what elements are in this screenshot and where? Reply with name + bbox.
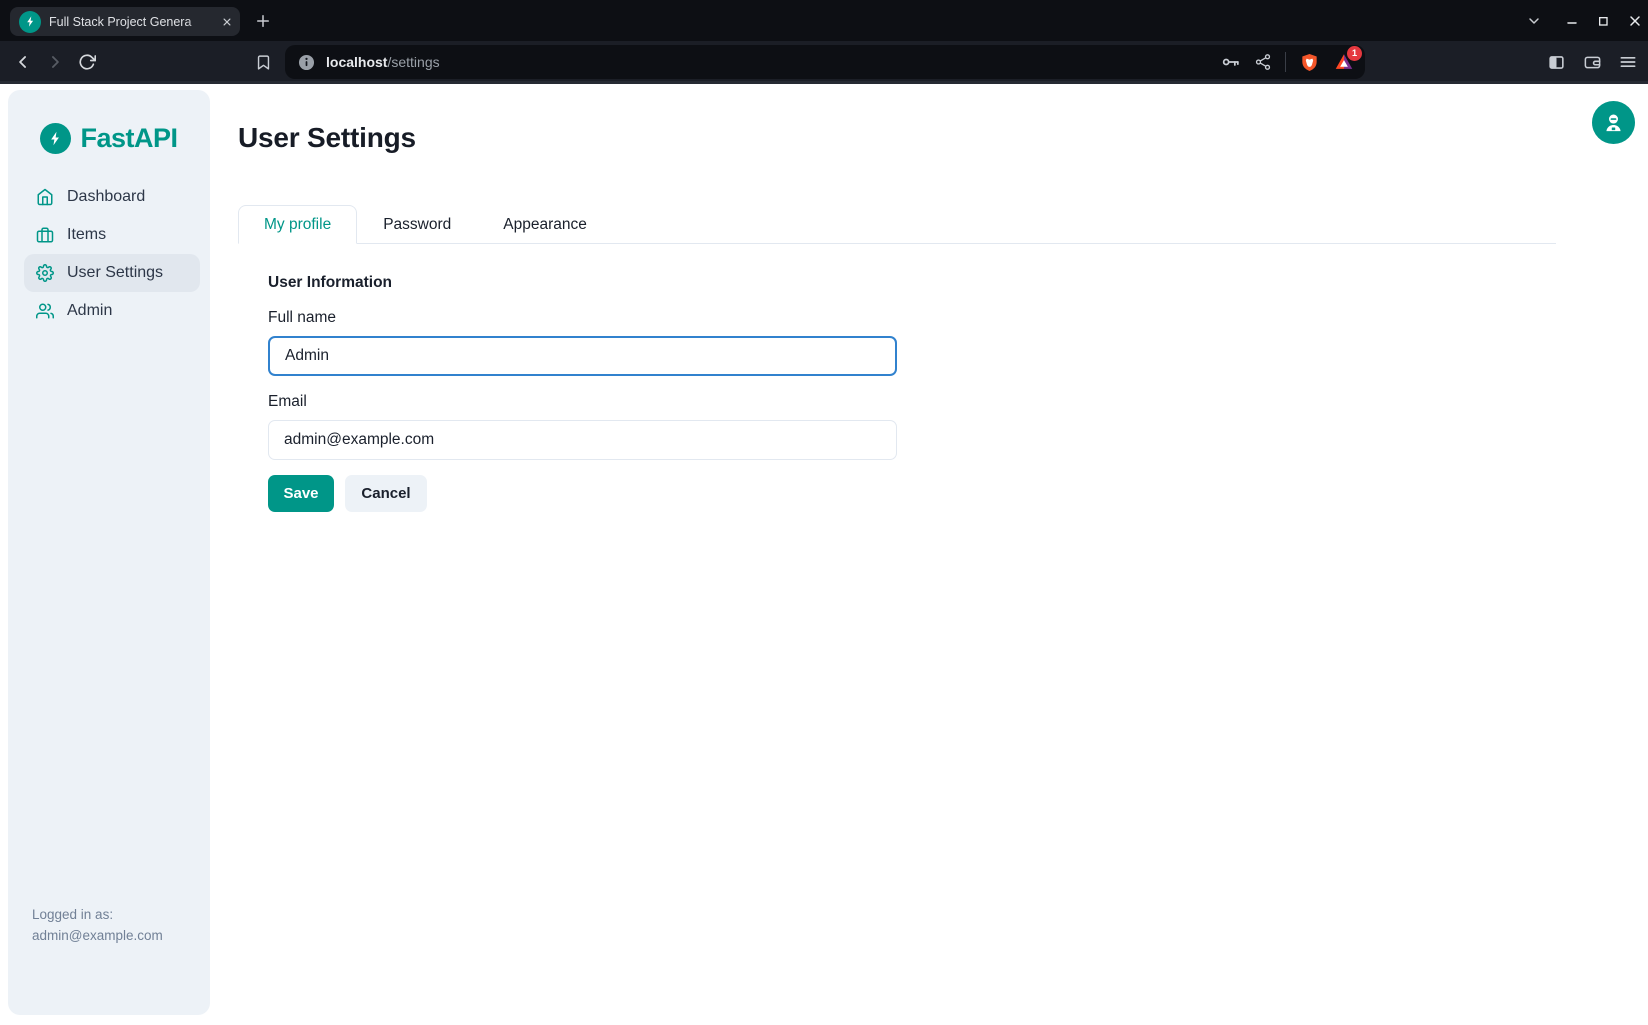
new-tab-button[interactable] xyxy=(250,8,276,34)
site-info-icon[interactable] xyxy=(297,53,316,72)
tab-close-icon[interactable] xyxy=(220,15,234,29)
address-bar[interactable]: localhost /settings 1 xyxy=(285,45,1365,79)
tab-appearance[interactable]: Appearance xyxy=(477,205,613,244)
url-path: /settings xyxy=(387,54,439,70)
brave-rewards-icon[interactable]: 1 xyxy=(1333,51,1355,73)
gear-icon xyxy=(36,264,54,282)
save-button[interactable]: Save xyxy=(268,475,334,512)
sidebar: FastAPI Dashboard Items User Settings xyxy=(8,90,210,1015)
fastapi-logo-icon xyxy=(40,123,71,154)
tab-password[interactable]: Password xyxy=(357,205,477,244)
full-name-label: Full name xyxy=(268,309,336,327)
email-label: Email xyxy=(268,393,307,411)
browser-tab-bar: Full Stack Project Genera xyxy=(0,0,1648,41)
window-close-button[interactable] xyxy=(1622,8,1648,34)
full-name-input[interactable] xyxy=(268,336,897,376)
sidebar-panel-icon[interactable] xyxy=(1540,46,1572,78)
back-button[interactable] xyxy=(6,45,40,79)
url-host: localhost xyxy=(326,54,387,70)
sidebar-item-dashboard[interactable]: Dashboard xyxy=(24,178,200,216)
forward-button[interactable] xyxy=(38,45,72,79)
section-heading: User Information xyxy=(268,274,392,292)
brave-shield-icon[interactable] xyxy=(1299,52,1320,73)
window-maximize-button[interactable] xyxy=(1590,8,1616,34)
sidebar-item-admin[interactable]: Admin xyxy=(24,292,200,330)
logged-in-email: admin@example.com xyxy=(32,926,163,947)
tab-search-chevron-icon[interactable] xyxy=(1521,8,1547,34)
page-title: User Settings xyxy=(238,122,416,154)
bookmark-icon[interactable] xyxy=(246,45,280,79)
browser-toolbar: localhost /settings 1 xyxy=(0,41,1648,84)
rewards-badge: 1 xyxy=(1347,46,1362,61)
fastapi-logo-text: FastAPI xyxy=(80,123,177,154)
fastapi-logo: FastAPI xyxy=(8,123,210,154)
settings-tabs: My profile Password Appearance xyxy=(238,205,1556,244)
window-minimize-button[interactable] xyxy=(1559,8,1585,34)
user-astronaut-icon xyxy=(1602,111,1625,134)
share-icon[interactable] xyxy=(1254,53,1272,71)
user-menu-button[interactable] xyxy=(1592,101,1635,144)
sidebar-item-items[interactable]: Items xyxy=(24,216,200,254)
toolbar-divider xyxy=(1285,52,1286,72)
sidebar-nav: Dashboard Items User Settings Admin xyxy=(24,178,200,330)
sidebar-item-label: Items xyxy=(67,226,106,244)
cancel-button[interactable]: Cancel xyxy=(345,475,427,512)
app-page: FastAPI Dashboard Items User Settings xyxy=(0,84,1648,1025)
menu-hamburger-icon[interactable] xyxy=(1612,46,1644,78)
wallet-icon[interactable] xyxy=(1576,46,1608,78)
sidebar-item-label: Admin xyxy=(67,302,112,320)
briefcase-icon xyxy=(36,226,54,244)
logged-in-label: Logged in as: xyxy=(32,905,163,926)
email-input[interactable] xyxy=(268,420,897,460)
browser-tab[interactable]: Full Stack Project Genera xyxy=(10,7,240,36)
password-key-icon[interactable] xyxy=(1221,52,1241,72)
sidebar-item-label: User Settings xyxy=(67,264,163,282)
home-icon xyxy=(36,188,54,206)
reload-button[interactable] xyxy=(70,45,104,79)
sidebar-item-label: Dashboard xyxy=(67,188,145,206)
tab-title: Full Stack Project Genera xyxy=(49,15,216,29)
logged-in-footer: Logged in as: admin@example.com xyxy=(32,905,163,947)
tab-my-profile[interactable]: My profile xyxy=(238,205,357,244)
sidebar-item-user-settings[interactable]: User Settings xyxy=(24,254,200,292)
fastapi-favicon-icon xyxy=(19,11,41,33)
users-icon xyxy=(36,302,54,320)
